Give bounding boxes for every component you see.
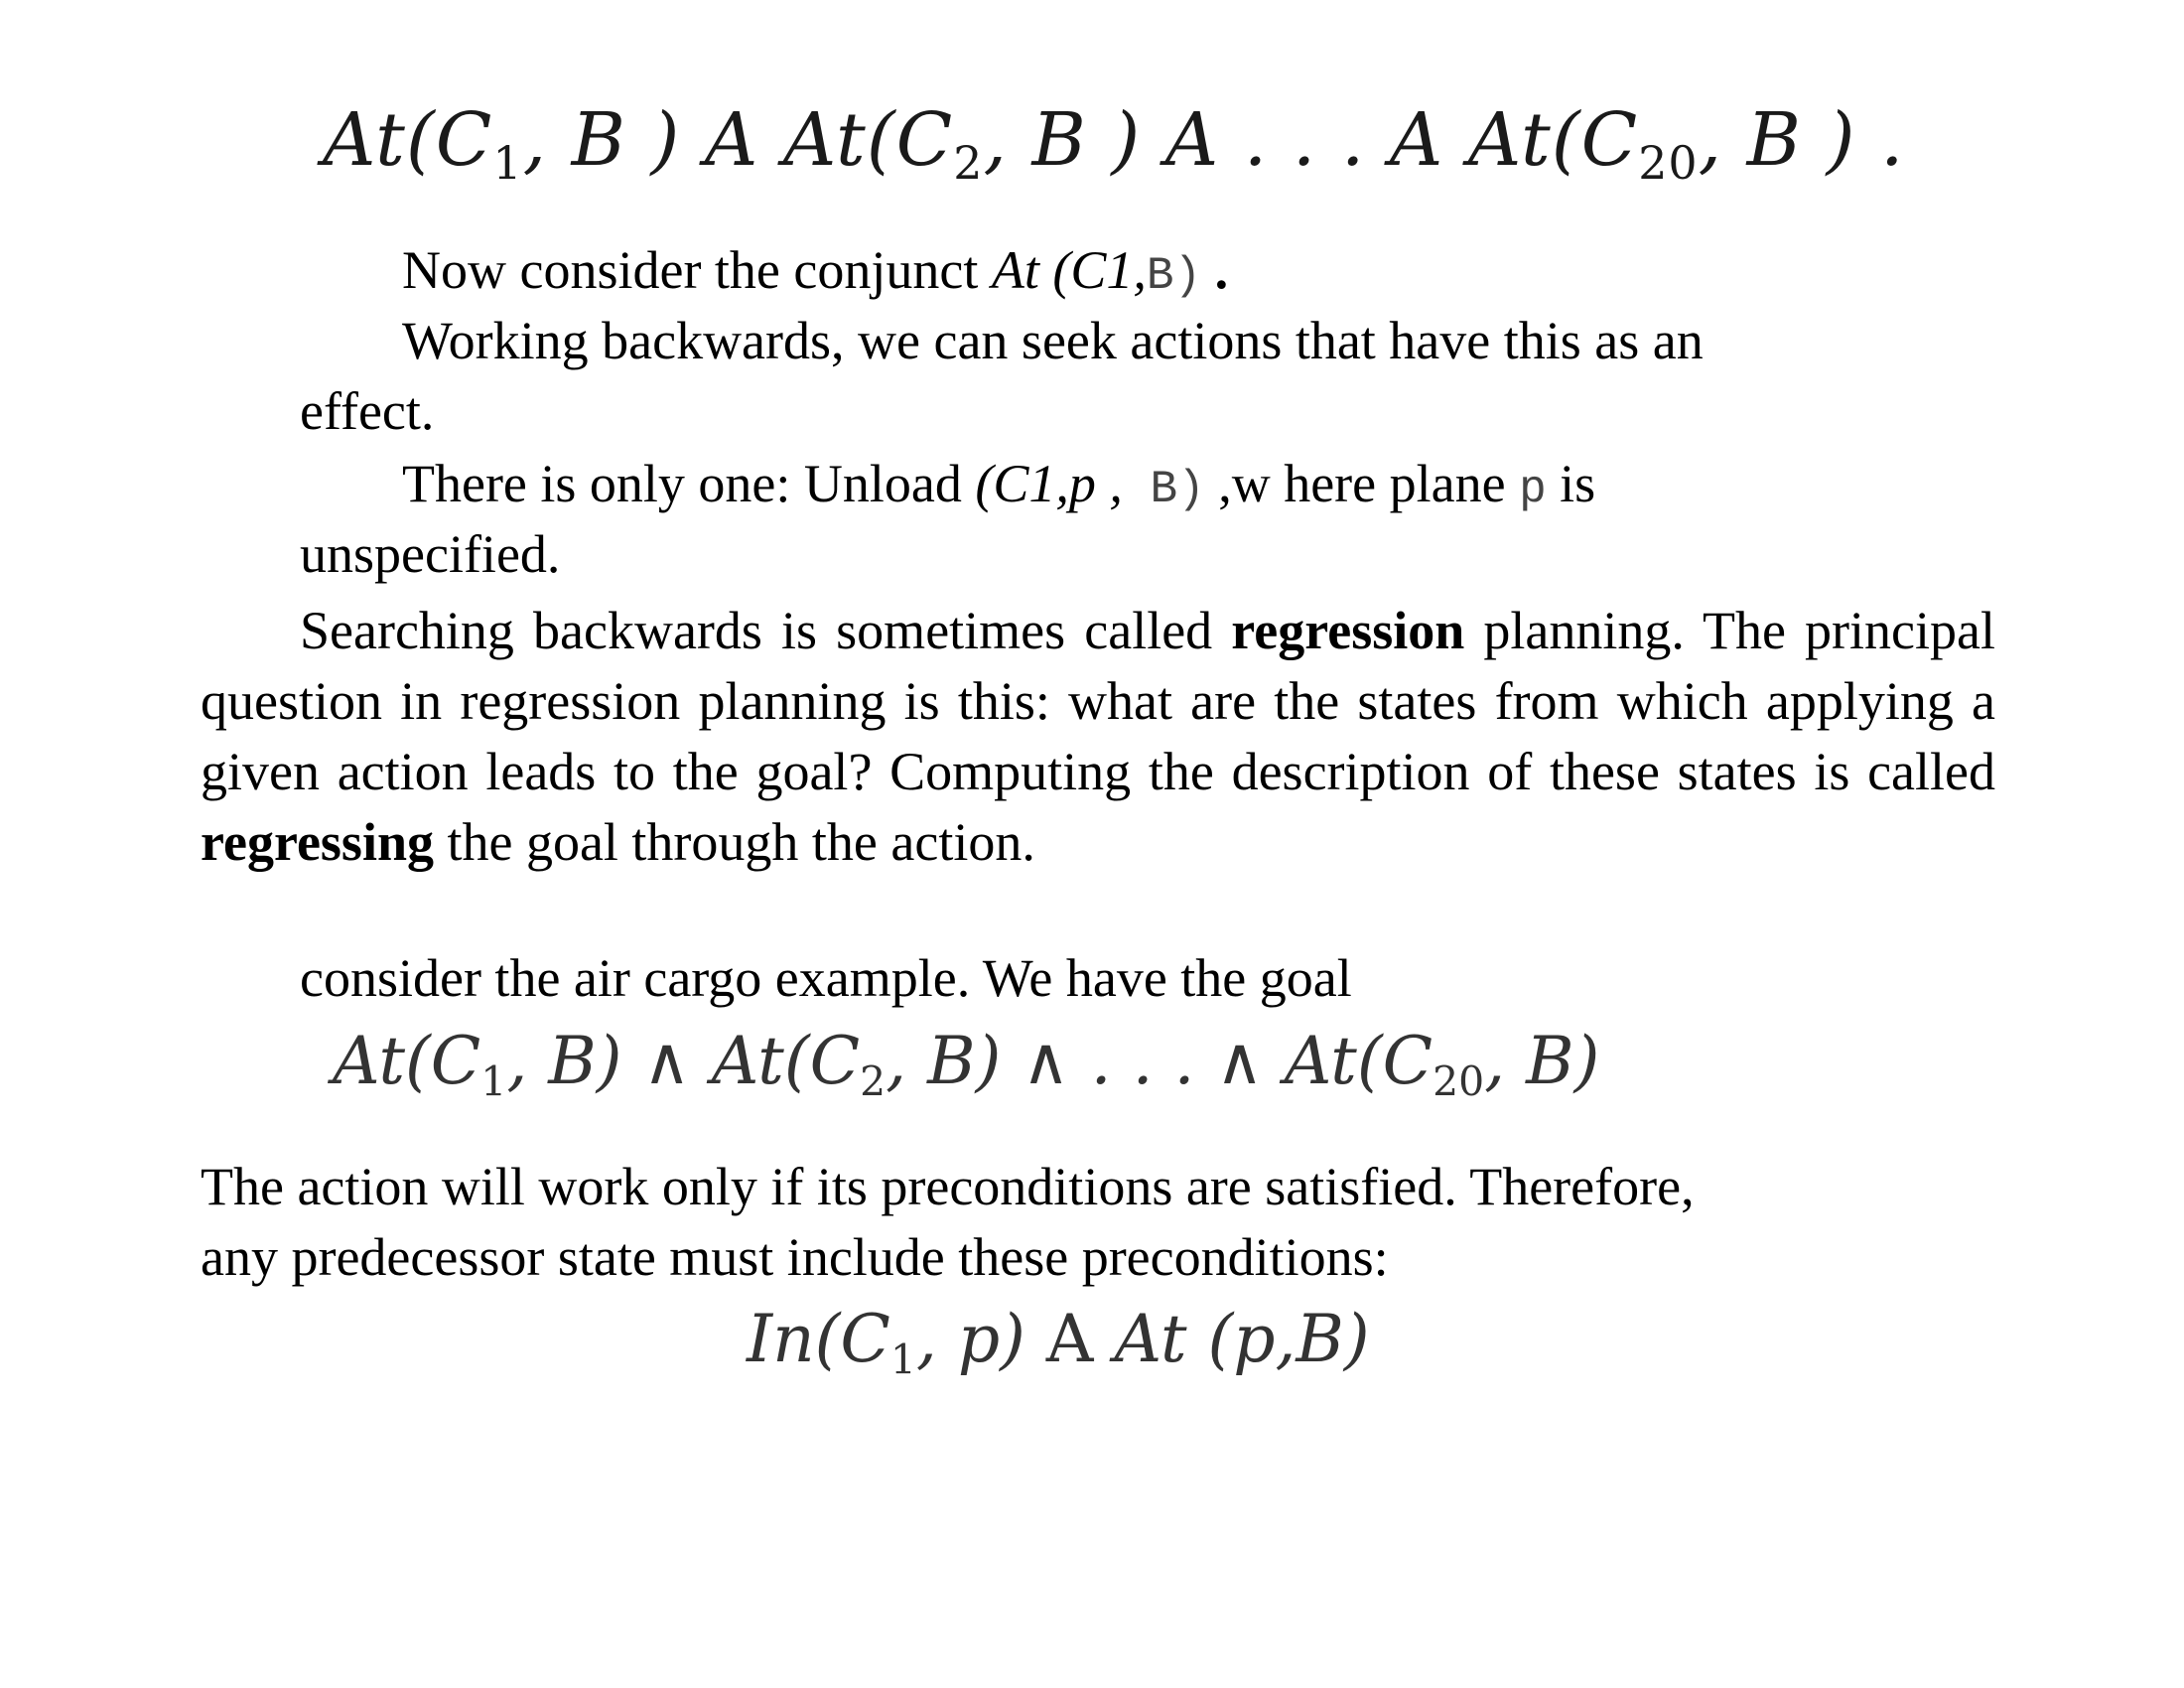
- formula-text: , p): [915, 1301, 1046, 1377]
- document-page: At(C1, B ) A At(C2, B ) A . . . A At(C20…: [0, 0, 2184, 1688]
- paragraph-action-work-cont: any predecessor state must include these…: [201, 1227, 1389, 1287]
- formula-text: , B): [886, 1023, 1023, 1099]
- subscript: 1: [889, 1336, 916, 1384]
- conjunction-symbol: A: [1389, 97, 1444, 183]
- subscript: 1: [492, 135, 523, 190]
- formula-text: , B): [506, 1023, 643, 1099]
- formula-text: , B ) .: [1698, 97, 1905, 183]
- conjunction-symbol: A: [1164, 97, 1220, 183]
- bold-term: regression: [1231, 601, 1465, 660]
- paragraph-working-backwards: Working backwards, we can seek actions t…: [402, 311, 1704, 370]
- italic-term: (C1,p ,: [975, 454, 1123, 513]
- paragraph-action-work: The action will work only if its precond…: [201, 1157, 1695, 1216]
- mono-term: B): [1122, 464, 1205, 515]
- formula-text: At(C: [323, 97, 493, 183]
- paragraph-regression: Searching backwards is sometimes called …: [201, 596, 1995, 878]
- conjunction-symbol: ∧: [642, 1023, 691, 1099]
- formula-text: At (p,B): [1093, 1301, 1370, 1377]
- subscript: 20: [1433, 1057, 1485, 1106]
- goal-formula-conjunction: At(C1, B) ∧ At(C2, B) ∧ . . . ∧ At(C20, …: [333, 1023, 1599, 1105]
- body-text: There is only one: Unload: [402, 454, 976, 513]
- conjunction-symbol: ∧: [1215, 1023, 1264, 1099]
- mono-term: p: [1519, 464, 1547, 515]
- italic-term: At (C1,: [991, 240, 1147, 300]
- mono-term: B): [1146, 250, 1202, 302]
- conjunction-symbol: A: [1045, 1301, 1094, 1377]
- formula-text: At(C: [333, 1023, 481, 1099]
- bold-term: regressing: [201, 812, 434, 872]
- subscript: 2: [953, 135, 984, 190]
- subscript: 20: [1638, 135, 1699, 190]
- paragraph-only-one-cont: unspecified.: [300, 524, 561, 584]
- body-text: ,w here plane: [1204, 454, 1520, 513]
- formula-text: , B): [1484, 1023, 1600, 1099]
- body-text: Now consider the conjunct: [402, 240, 992, 300]
- formula-text: . . .: [1069, 1023, 1216, 1099]
- precondition-formula: In(C1, p) A At (p,B): [747, 1301, 1370, 1383]
- formula-text: At(C: [1263, 1023, 1433, 1099]
- formula-text: . . .: [1219, 97, 1390, 183]
- body-text: the goal through the action.: [433, 812, 1035, 872]
- paragraph-working-backwards-cont: effect.: [300, 381, 435, 441]
- body-text: Searching backwards is sometimes called: [300, 601, 1232, 660]
- subscript: 1: [480, 1057, 507, 1106]
- paragraph-only-one: There is only one: Unload (C1,p , B) ,w …: [402, 454, 1595, 519]
- formula-text: At(C: [758, 97, 954, 183]
- conjunction-symbol: A: [704, 97, 759, 183]
- formula-text: , B ): [983, 97, 1165, 183]
- body-text: is: [1546, 454, 1596, 513]
- formula-text: At(C: [690, 1023, 861, 1099]
- formula-text: In(C: [747, 1301, 890, 1377]
- formula-text: , B ): [522, 97, 705, 183]
- formula-text: At(C: [1443, 97, 1639, 183]
- paragraph-air-cargo: consider the air cargo example. We have …: [300, 948, 1352, 1008]
- goal-formula-top: At(C1, B ) A At(C2, B ) A . . . A At(C20…: [323, 97, 1905, 190]
- subscript: 2: [860, 1057, 887, 1106]
- paragraph-consider-conjunct: Now consider the conjunct At (C1,B) .: [402, 240, 1228, 306]
- body-text: .: [1201, 240, 1229, 300]
- conjunction-symbol: ∧: [1022, 1023, 1070, 1099]
